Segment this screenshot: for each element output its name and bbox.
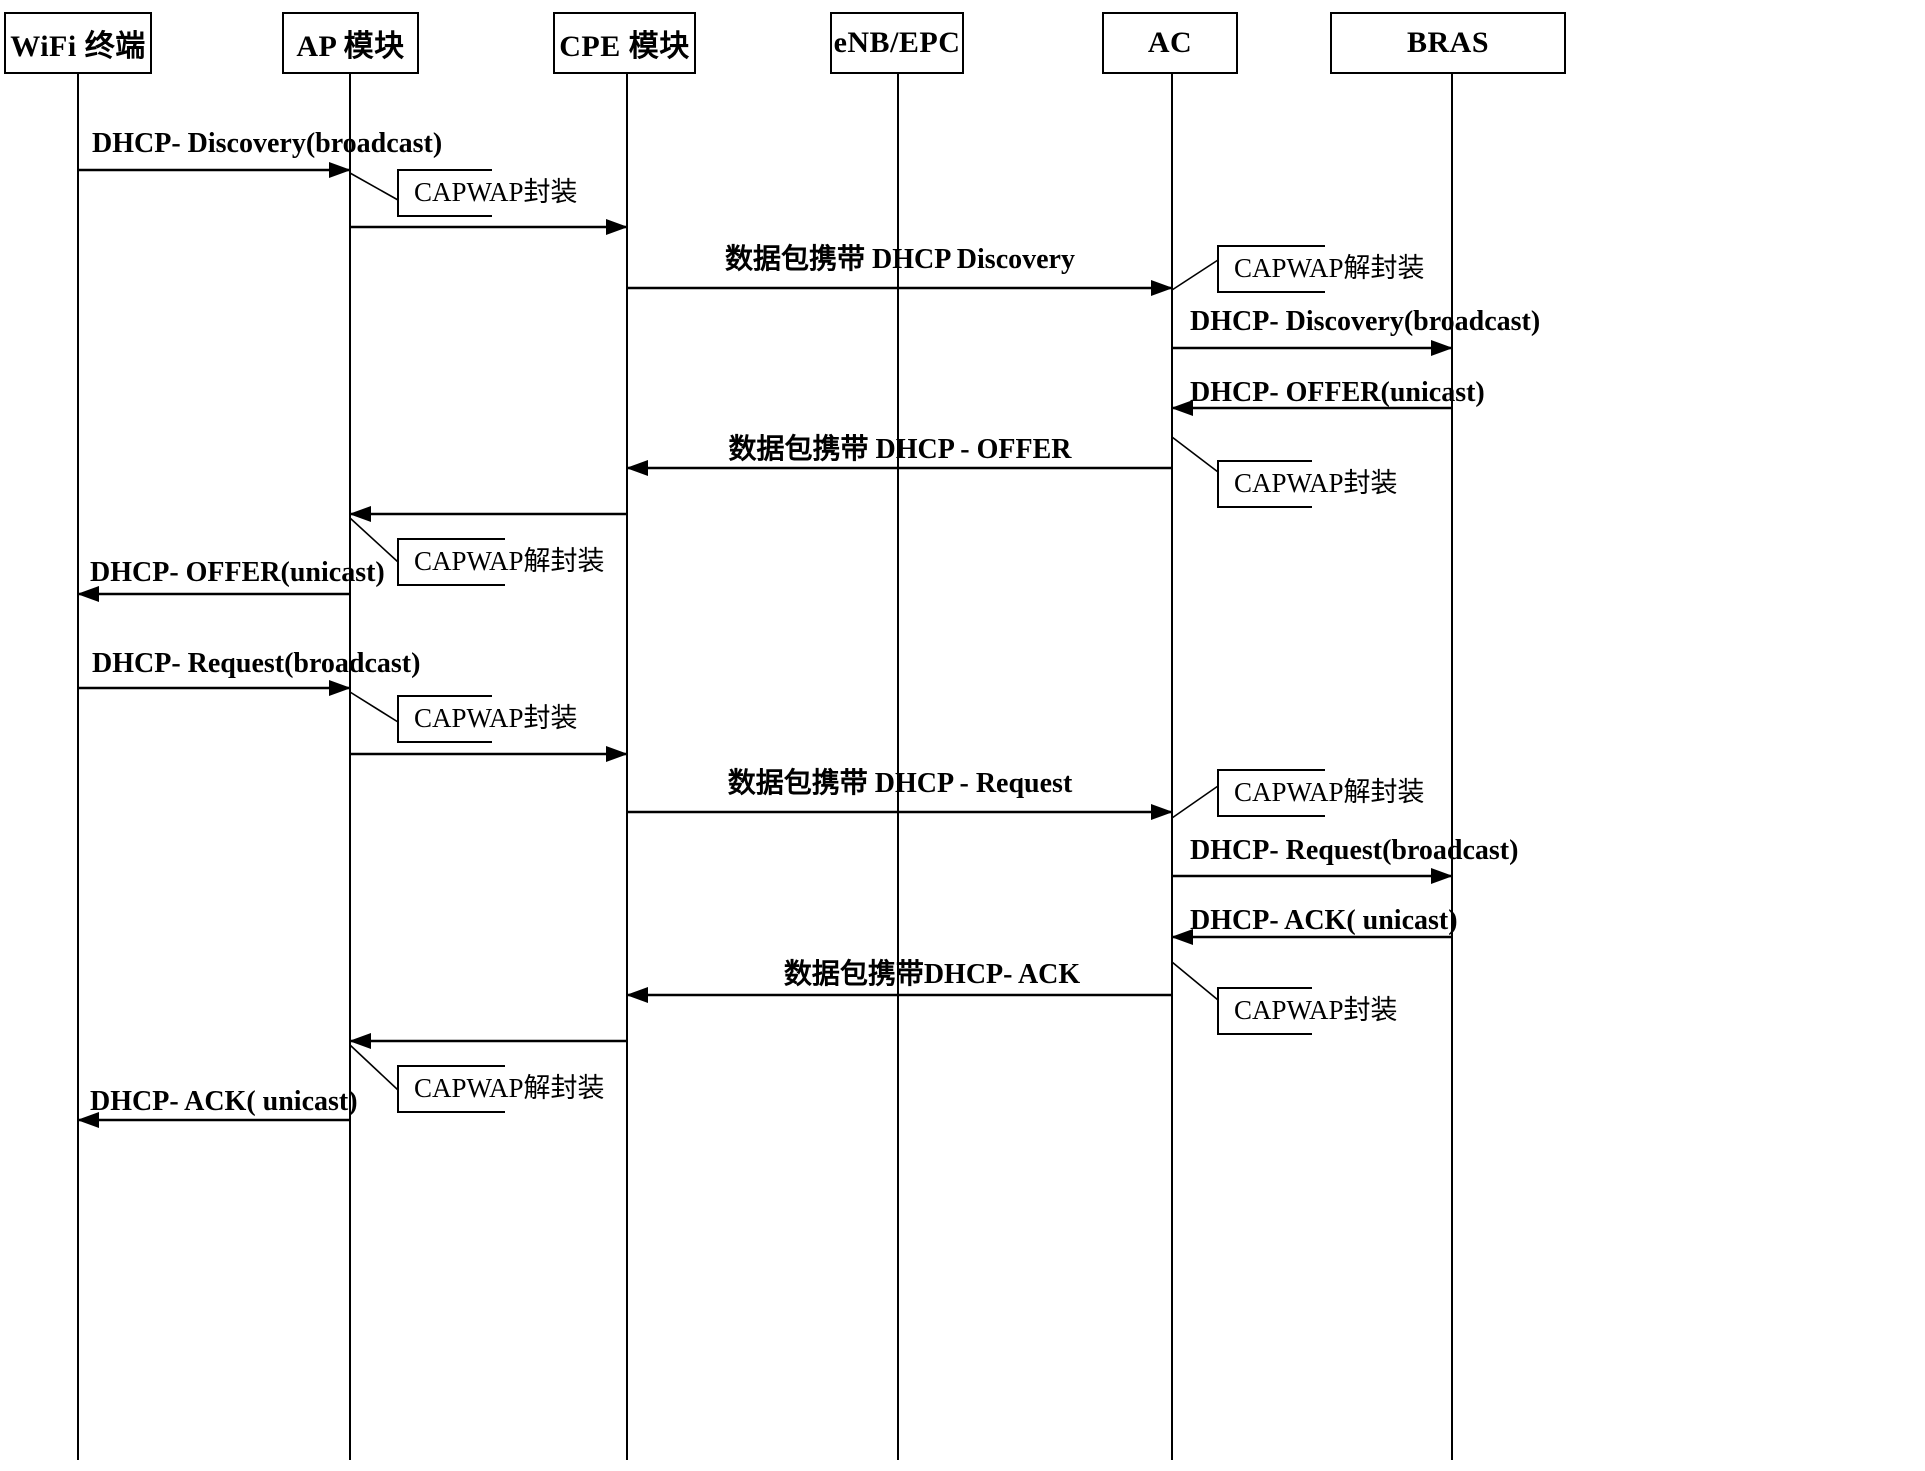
note-label-n8: CAPWAP解封装 xyxy=(414,1073,605,1103)
lifeline-header-label-wifi: WiFi 终端 xyxy=(10,30,146,63)
message-label-m8: DHCP- OFFER(unicast) xyxy=(90,557,385,588)
message-label-m14: 数据包携带DHCP- ACK xyxy=(783,959,1081,990)
message-label-m11: 数据包携带 DHCP - Request xyxy=(727,768,1073,799)
note-leader-line-n5 xyxy=(349,691,399,723)
note-label-n6: CAPWAP解封装 xyxy=(1234,777,1425,807)
message-label-m16: DHCP- ACK( unicast) xyxy=(90,1086,358,1117)
lifeline-header-label-ap: AP 模块 xyxy=(296,30,405,63)
lifeline-header-ac: AC xyxy=(1102,12,1238,74)
lifeline-header-cpe: CPE 模块 xyxy=(553,12,696,74)
lifeline-header-label-ac: AC xyxy=(1147,26,1193,59)
diagram-vector-layer xyxy=(77,74,1453,1460)
lifeline-header-label-cpe: CPE 模块 xyxy=(559,30,690,63)
message-label-m13: DHCP- ACK( unicast) xyxy=(1190,905,1458,936)
note-leader-line-n2 xyxy=(1171,259,1219,291)
note-leader-line-n4 xyxy=(349,517,399,563)
note-label-n2: CAPWAP解封装 xyxy=(1234,253,1425,283)
note-leader-line-n8 xyxy=(349,1044,399,1091)
sequence-diagram-canvas: WiFi 终端 AP 模块 CPE 模块 eNB/EPC AC BRAS DHCP- Di… xyxy=(0,0,1925,1471)
message-label-m5: DHCP- OFFER(unicast) xyxy=(1190,377,1485,408)
message-label-m3: 数据包携带 DHCP Discovery xyxy=(725,244,1075,275)
lifeline-header-ap: AP 模块 xyxy=(282,12,419,74)
note-label-n5: CAPWAP封装 xyxy=(414,703,578,733)
note-leader-line-n7 xyxy=(1171,961,1219,1001)
note-label-n7: CAPWAP封装 xyxy=(1234,995,1398,1025)
note-leader-line-n1 xyxy=(349,172,399,201)
note-leader-line-n6 xyxy=(1171,785,1219,819)
note-leader-line-n3 xyxy=(1171,436,1219,473)
lifeline-header-label-enb: eNB/EPC xyxy=(833,26,961,59)
note-label-n1: CAPWAP封装 xyxy=(414,177,578,207)
lifeline-header-label-bras: BRAS xyxy=(1406,26,1490,59)
lifeline-header-bras: BRAS xyxy=(1330,12,1566,74)
message-label-m9: DHCP- Request(broadcast) xyxy=(92,648,421,679)
lifeline-header-wifi: WiFi 终端 xyxy=(4,12,152,74)
message-label-m6: 数据包携带 DHCP - OFFER xyxy=(728,434,1072,465)
message-label-m1: DHCP- Discovery(broadcast) xyxy=(92,128,443,159)
note-label-n4: CAPWAP解封装 xyxy=(414,546,605,576)
message-label-m12: DHCP- Request(broadcast) xyxy=(1190,835,1519,866)
message-label-m4: DHCP- Discovery(broadcast) xyxy=(1190,306,1541,337)
lifeline-header-enb: eNB/EPC xyxy=(830,12,964,74)
note-label-n3: CAPWAP封装 xyxy=(1234,468,1398,498)
